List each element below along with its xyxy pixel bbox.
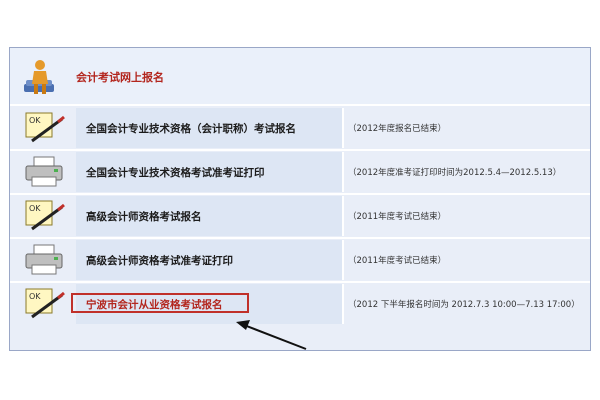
pointer-arrow bbox=[236, 320, 307, 350]
